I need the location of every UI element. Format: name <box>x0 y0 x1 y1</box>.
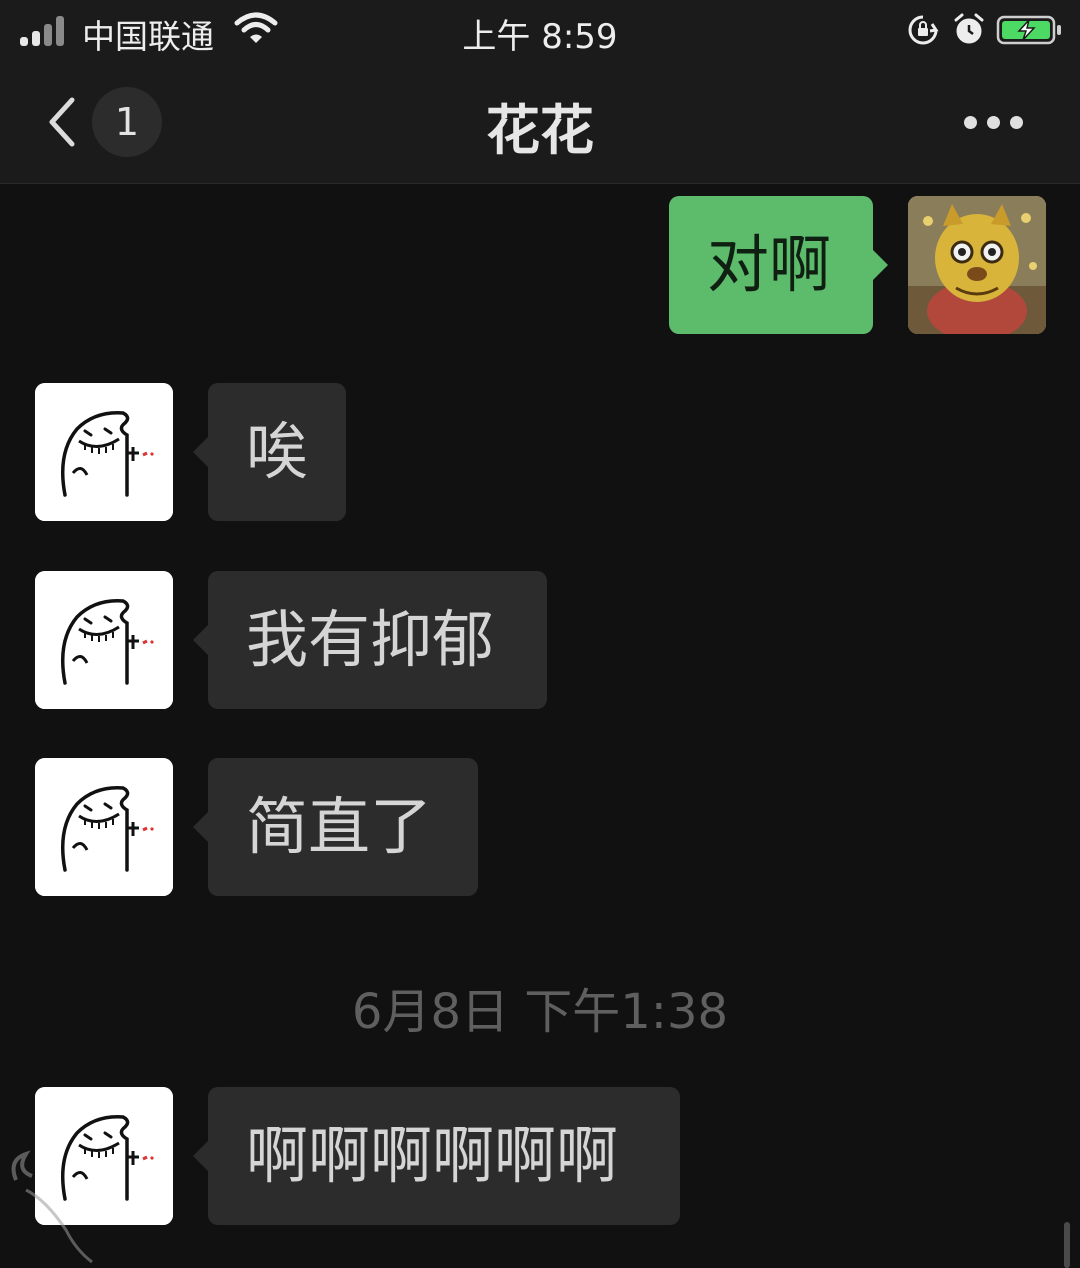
tiger-costume-avatar <box>908 196 1046 334</box>
message-bubble-incoming[interactable]: 啊啊啊啊啊啊 <box>193 1087 680 1225</box>
message-bubble-incoming[interactable]: 我有抑郁 <box>193 571 547 709</box>
alarm-icon <box>954 13 984 44</box>
scroll-indicator[interactable] <box>1064 1222 1070 1268</box>
message-bubble-outgoing[interactable]: 对啊 <box>669 196 888 334</box>
battery-charging-icon <box>996 15 1061 45</box>
chat-screen: 中国联通 上午 8:59 1 花花 对啊 唉 我有抑郁 简直了 6月8日 下午1… <box>0 0 1080 1268</box>
my-avatar[interactable] <box>908 196 1046 334</box>
rotation-lock-icon <box>908 15 939 45</box>
watermark-logo <box>11 1150 93 1264</box>
contact-avatar[interactable] <box>35 383 173 521</box>
status-bar: 中国联通 上午 8:59 <box>0 0 1080 62</box>
message-timestamp: 6月8日 下午1:38 <box>351 984 729 1040</box>
chat-header: 1 花花 <box>0 62 1080 184</box>
contact-avatar[interactable] <box>35 571 173 709</box>
message-bubble-incoming[interactable]: 简直了 <box>193 758 478 896</box>
sketch-face-avatar <box>35 571 173 709</box>
chat-title: 花花 <box>486 99 594 162</box>
sketch-face-avatar <box>35 758 173 896</box>
contact-avatar[interactable] <box>35 758 173 896</box>
message-bubble-incoming[interactable]: 唉 <box>193 383 346 521</box>
more-options-button[interactable] <box>956 107 1032 137</box>
sketch-face-avatar <box>35 383 173 521</box>
more-dots-icon <box>964 116 977 129</box>
